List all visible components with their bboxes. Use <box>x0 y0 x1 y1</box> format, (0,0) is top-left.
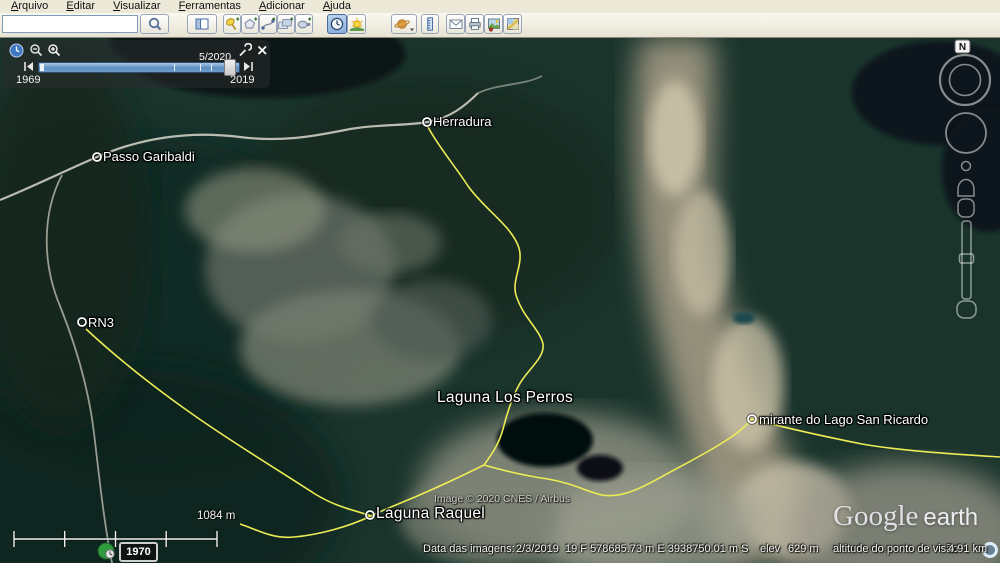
google-maps-icon <box>506 18 519 30</box>
placemark-label-mirante[interactable]: mirante do Lago San Ricardo <box>759 412 928 427</box>
placemark-label-herradura[interactable]: Herradura <box>433 114 492 129</box>
history-clock-icon <box>97 542 115 560</box>
map-viewport[interactable]: N Herradura Passo Garibaldi RN3 Laguna L… <box>0 38 1000 563</box>
placemark-pin-icon <box>225 17 240 30</box>
timeline-clock-icon <box>9 43 24 58</box>
menu-arquivo[interactable]: Arquivo <box>2 0 57 13</box>
clock-icon <box>330 17 344 31</box>
time-step-back-button[interactable] <box>23 60 35 73</box>
track-tick <box>174 64 175 71</box>
track-tick <box>200 64 201 71</box>
timeline-settings-wrench-icon[interactable] <box>237 42 253 58</box>
menu-visualizar[interactable]: Visualizar <box>104 0 170 13</box>
north-indicator[interactable]: N <box>954 39 971 54</box>
view-altitude-label: altitude do ponto de visão <box>833 543 959 555</box>
menu-adicionar[interactable]: Adicionar <box>250 0 314 13</box>
image-overlay-icon <box>278 17 294 29</box>
track-tick <box>211 64 212 71</box>
time-step-forward-button[interactable] <box>242 60 254 73</box>
google-earth-watermark: Google earth <box>833 500 978 533</box>
add-path-button[interactable] <box>259 14 277 34</box>
path-icon <box>261 17 276 30</box>
time-slider-track[interactable] <box>38 62 240 73</box>
timeline-zoom-in-icon[interactable] <box>47 43 62 58</box>
search-icon <box>148 17 161 31</box>
elevation-label: elev <box>760 543 781 555</box>
record-tour-button[interactable] <box>295 14 313 34</box>
search-input[interactable] <box>2 15 138 33</box>
satellite-imagery: N <box>0 38 1000 563</box>
time-range-start: 1969 <box>16 74 41 86</box>
menu-bar: Arquivo Editar Visualizar Ferramentas Ad… <box>0 0 1000 13</box>
sunlight-button[interactable] <box>347 14 366 34</box>
elevation-value: 629 m <box>788 543 819 555</box>
record-tour-icon <box>297 17 312 29</box>
pointer-coordinates: 19 F 578685.73 m E 3938750.01 m S <box>565 543 749 555</box>
google-earth-window: { "menu": { "items": ["Arquivo", "Editar… <box>0 0 1000 563</box>
ruler-icon <box>427 17 433 31</box>
add-image-overlay-button[interactable] <box>277 14 295 34</box>
placemark-label-rn3[interactable]: RN3 <box>88 315 114 330</box>
track-start-cap <box>40 64 44 71</box>
sidebar-icon <box>195 18 209 30</box>
scale-label: 1084 m <box>197 510 236 522</box>
save-image-button[interactable] <box>484 14 503 34</box>
watermark-google: Google <box>833 500 919 532</box>
timeline-zoom-out-icon[interactable] <box>29 43 44 58</box>
sun-icon <box>349 17 364 31</box>
history-year-badge: 1970 <box>119 542 158 562</box>
ruler-button[interactable] <box>421 14 439 34</box>
timeline-close-icon[interactable] <box>255 43 270 58</box>
imagery-attribution: Image © 2020 CNES / Airbus <box>434 493 571 505</box>
toolbar <box>0 13 1000 38</box>
search-button[interactable] <box>140 14 169 34</box>
sidebar-toggle-button[interactable] <box>187 14 217 34</box>
placemark-label-laguna-raquel[interactable]: Laguna Raquel <box>376 505 485 523</box>
menu-ajuda[interactable]: Ajuda <box>314 0 360 13</box>
add-placemark-button[interactable] <box>223 14 241 34</box>
imagery-date-label: Data das imagens: <box>423 543 515 555</box>
view-altitude-value: 4.91 km <box>948 543 988 555</box>
time-slider-panel: 5/2020 1969 2019 <box>2 40 270 88</box>
print-icon <box>468 18 481 30</box>
placemark-label-passo-garibaldi[interactable]: Passo Garibaldi <box>103 149 195 164</box>
email-icon <box>449 19 462 29</box>
placemark-label-laguna-los-perros[interactable]: Laguna Los Perros <box>437 389 573 407</box>
menu-editar[interactable]: Editar <box>57 0 104 13</box>
save-image-icon <box>487 18 500 32</box>
time-range-end: 2019 <box>230 74 255 86</box>
planet-icon <box>394 19 414 32</box>
imagery-date-value: 2/3/2019 <box>516 543 559 555</box>
print-button[interactable] <box>465 14 484 34</box>
email-button[interactable] <box>446 14 465 34</box>
add-polygon-button[interactable] <box>241 14 259 34</box>
view-in-maps-button[interactable] <box>503 14 522 34</box>
menu-ferramentas[interactable]: Ferramentas <box>170 0 250 13</box>
historical-imagery-button[interactable] <box>327 14 347 34</box>
north-label: N <box>959 42 966 53</box>
watermark-earth: earth <box>923 504 979 531</box>
planet-switcher-button[interactable] <box>391 14 417 34</box>
polygon-icon <box>244 17 258 29</box>
